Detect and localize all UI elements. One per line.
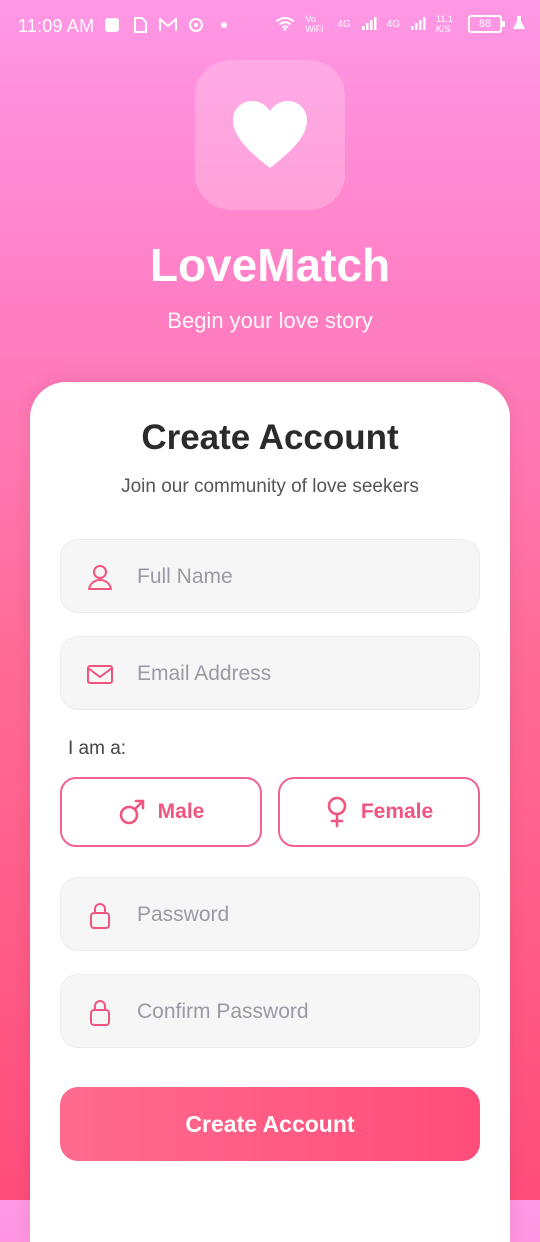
gender-label: I am a: bbox=[68, 738, 127, 759]
app-title: LoveMatch bbox=[149, 239, 391, 291]
gmail-icon bbox=[159, 16, 177, 34]
male-label: Male bbox=[157, 800, 205, 823]
dot-icon bbox=[215, 16, 233, 34]
threads-icon bbox=[187, 16, 205, 34]
battery-icon: 88 bbox=[468, 15, 505, 33]
full-name-input[interactable] bbox=[135, 540, 469, 614]
data-speed: 11.1 K/S bbox=[436, 14, 453, 34]
user-icon bbox=[85, 562, 115, 592]
form-title: Create Account bbox=[141, 418, 399, 457]
app-tagline: Begin your love story bbox=[167, 308, 373, 333]
signup-card: Create Account Join our community of lov… bbox=[30, 382, 510, 1242]
password-input[interactable] bbox=[135, 878, 469, 952]
gender-female-button[interactable]: Female bbox=[278, 777, 480, 847]
lock-icon bbox=[85, 997, 115, 1027]
female-icon bbox=[327, 796, 347, 828]
mail-icon bbox=[85, 659, 115, 689]
battery-level: 88 bbox=[478, 18, 492, 30]
vowifi-label: Vo WiFi bbox=[305, 14, 324, 34]
status-notification-icons bbox=[103, 16, 233, 34]
flask-icon bbox=[512, 15, 526, 34]
female-label: Female bbox=[360, 800, 434, 823]
lock-icon bbox=[85, 900, 115, 930]
wifi-icon bbox=[275, 15, 295, 34]
status-system-icons: Vo WiFi 4G 4G 11.1 K/S 88 bbox=[275, 14, 526, 34]
password-field[interactable] bbox=[60, 877, 480, 952]
app-logo bbox=[195, 60, 345, 210]
email-input[interactable] bbox=[135, 637, 469, 711]
signal-icon-2 bbox=[410, 15, 426, 34]
email-field[interactable] bbox=[60, 636, 480, 711]
gender-male-button[interactable]: Male bbox=[60, 777, 262, 847]
sim-icon bbox=[131, 16, 149, 34]
status-bar: 11:09 AM Vo WiFi 4G 4G 11.1 K/S 88 bbox=[0, 0, 540, 54]
notification-icon bbox=[103, 16, 121, 34]
confirm-password-input[interactable] bbox=[135, 975, 469, 1049]
form-subtitle: Join our community of love seekers bbox=[121, 476, 419, 497]
heart-icon bbox=[233, 101, 307, 168]
network-type-label-2: 4G bbox=[386, 18, 400, 30]
create-account-button[interactable]: Create Account bbox=[60, 1087, 480, 1161]
signal-icon bbox=[361, 15, 377, 34]
confirm-password-field[interactable] bbox=[60, 974, 480, 1049]
network-type-label: 4G bbox=[337, 18, 351, 30]
full-name-field[interactable] bbox=[60, 539, 480, 614]
male-icon bbox=[119, 799, 144, 825]
status-time: 11:09 AM bbox=[18, 16, 95, 36]
